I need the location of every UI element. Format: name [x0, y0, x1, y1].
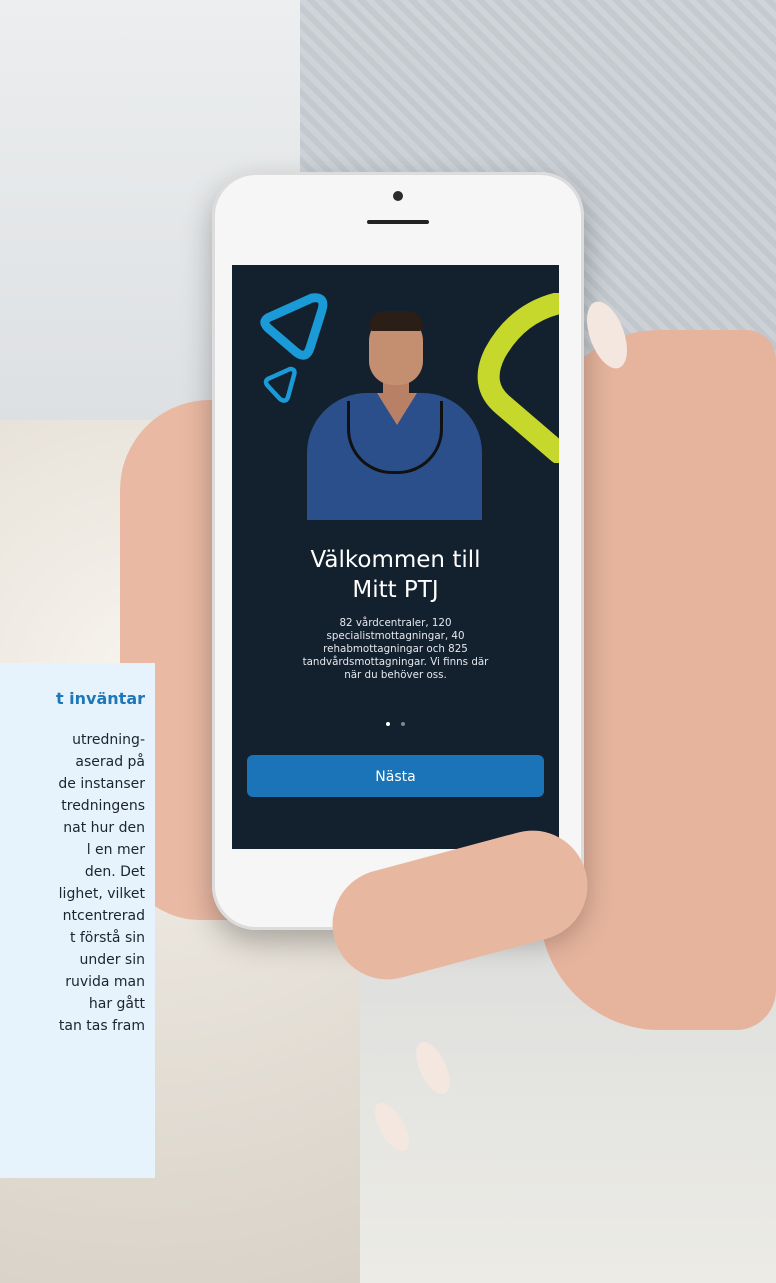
doctor-photo: [307, 311, 482, 520]
description-line: rehabmottagningar och 825: [323, 643, 468, 655]
card-text-line: de instanser: [58, 776, 145, 792]
small-triangle-icon: [263, 366, 297, 403]
page-indicator: [232, 711, 559, 730]
welcome-title: Välkommen till Mitt PTJ: [232, 545, 559, 605]
lime-swoosh-icon: [477, 293, 559, 463]
card-text-line: tredningens: [61, 798, 145, 814]
description-line: när du behöver oss.: [344, 669, 447, 681]
page-dot-active[interactable]: [385, 722, 390, 726]
welcome-title-line-2: Mitt PTJ: [352, 577, 439, 603]
card-text-line: aserad på: [75, 754, 145, 770]
card-text-line: lighet, vilket: [58, 886, 145, 902]
article-text-card: t inväntar utredning- aserad på de insta…: [0, 663, 155, 1178]
description-line: 82 vårdcentraler, 120: [339, 617, 452, 629]
card-heading: t inväntar: [55, 689, 145, 708]
card-text-line: t förstå sin: [69, 930, 145, 946]
page-dot-inactive[interactable]: [401, 722, 406, 726]
next-button[interactable]: Nästa: [247, 755, 544, 797]
description-line: specialistmottagningar, 40: [326, 630, 465, 642]
card-text-line: tan tas fram: [58, 1018, 145, 1034]
card-text-line: den. Det: [84, 864, 145, 880]
app-welcome-screen: Välkommen till Mitt PTJ 82 vårdcentraler…: [232, 265, 559, 849]
description-line: tandvårdsmottagningar. Vi finns där: [302, 656, 489, 668]
card-text-line: ntcentrerad: [62, 908, 145, 924]
card-text-line: utredning-: [72, 732, 145, 748]
card-text-line: under sin: [79, 952, 145, 968]
smartphone: Välkommen till Mitt PTJ 82 vårdcentraler…: [212, 172, 584, 930]
card-text-line: nat hur den: [63, 820, 145, 836]
earpiece-speaker: [367, 220, 429, 224]
front-camera: [393, 191, 403, 201]
card-text-line: ruvida man: [65, 974, 145, 990]
card-text-line: har gått: [88, 996, 145, 1012]
card-text-line: l en mer: [86, 842, 145, 858]
welcome-title-line-1: Välkommen till: [310, 547, 481, 573]
welcome-description: 82 vårdcentraler, 120 specialistmottagni…: [252, 617, 539, 682]
